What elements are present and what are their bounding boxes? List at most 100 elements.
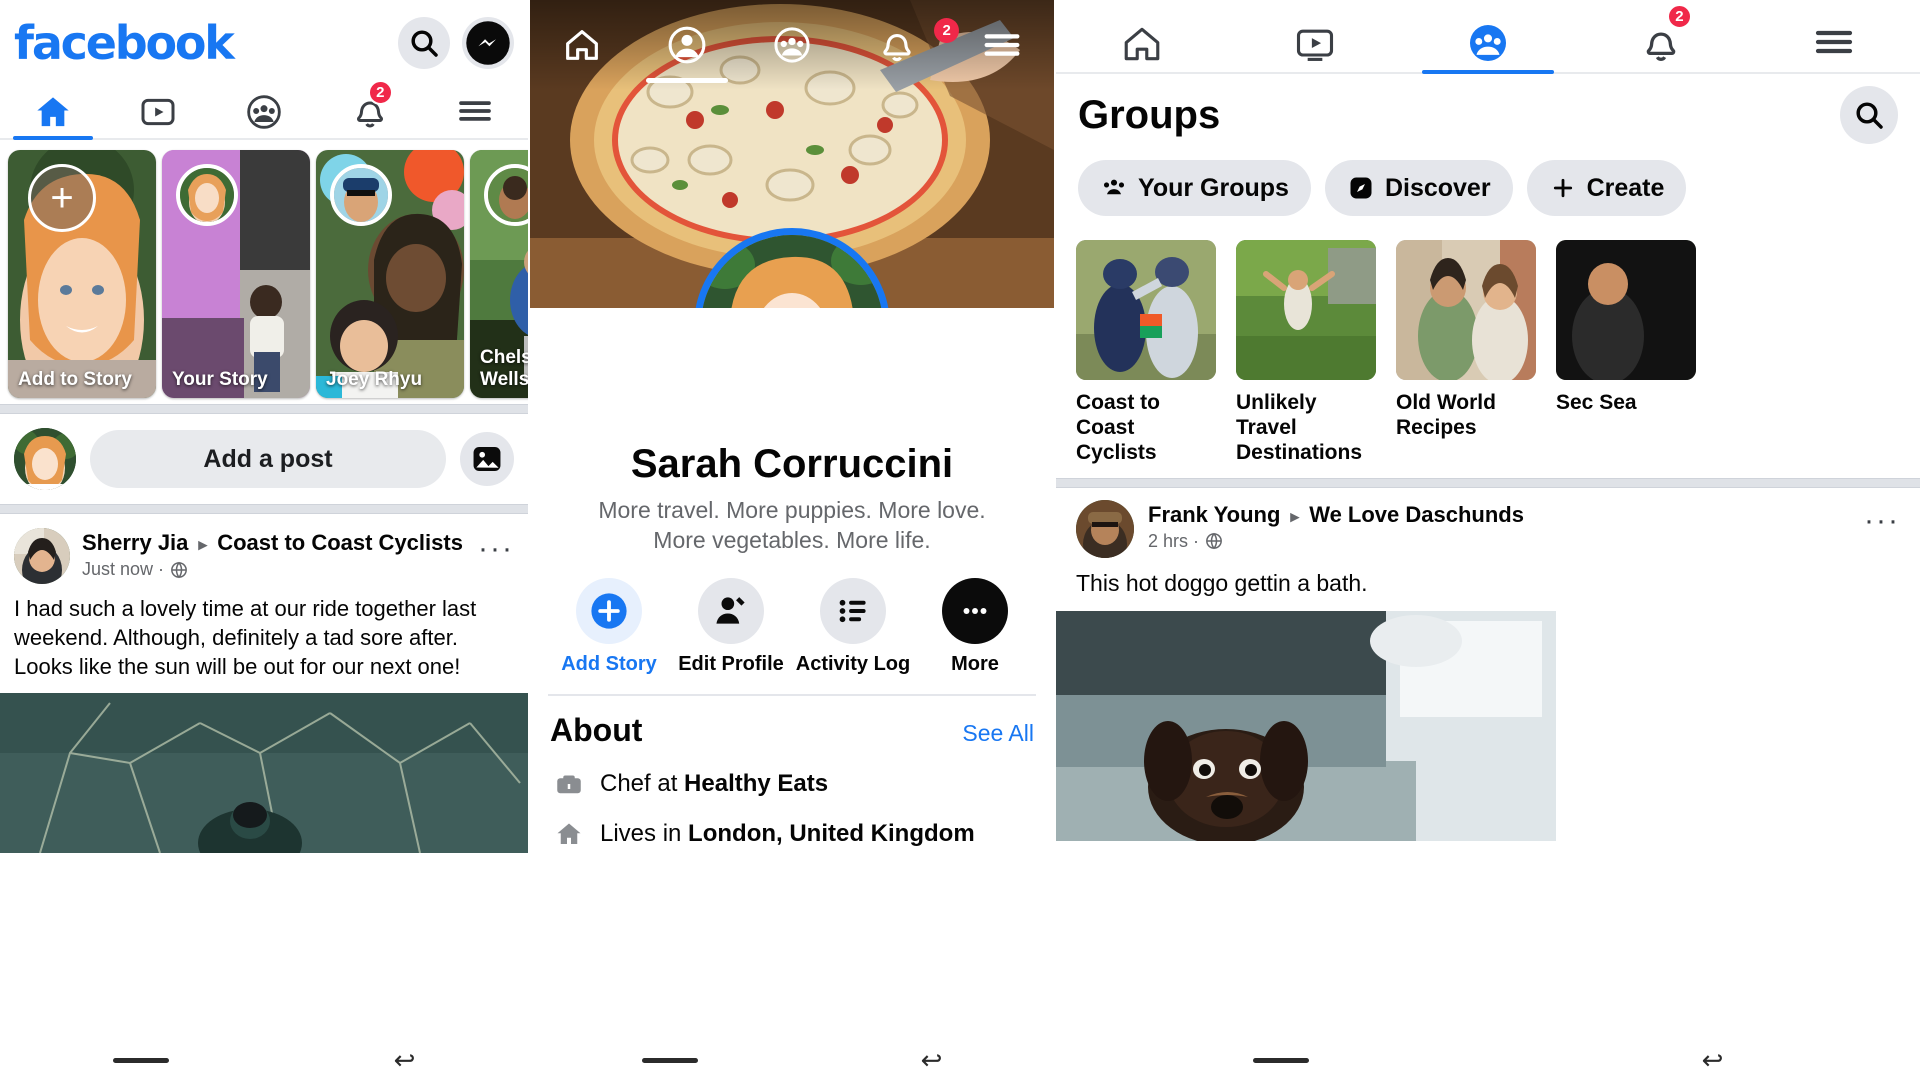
stories-carousel[interactable]: + Add to Story Your Story Joey Rhyu Chel… bbox=[0, 140, 528, 404]
tab-menu[interactable] bbox=[1747, 0, 1920, 72]
post-group-name[interactable]: We Love Daschunds bbox=[1309, 502, 1524, 527]
globe-icon bbox=[1204, 531, 1224, 551]
profile-tab-bar: 2 bbox=[530, 0, 1054, 90]
action-label: Add Story bbox=[561, 652, 657, 675]
tab-menu[interactable] bbox=[422, 76, 528, 138]
system-nav-bar: ↩ bbox=[0, 1040, 528, 1080]
group-name: Coast to Coast Cyclists bbox=[1076, 391, 1160, 465]
three-phone-screenshot: facebook 2 + Add to Story Your Story Joe… bbox=[0, 0, 1920, 1080]
tab-notifications[interactable]: 2 bbox=[317, 76, 423, 138]
compass-icon bbox=[1347, 174, 1375, 202]
search-icon[interactable] bbox=[1840, 86, 1898, 144]
system-nav-bar: ↩ bbox=[1056, 1040, 1920, 1080]
back-icon[interactable]: ↩ bbox=[1702, 1047, 1724, 1073]
chip-your-groups[interactable]: Your Groups bbox=[1078, 160, 1311, 216]
post-photo[interactable] bbox=[0, 693, 528, 854]
globe-icon bbox=[169, 560, 189, 580]
feed-top-bar: facebook bbox=[0, 0, 528, 76]
group-card[interactable]: Coast to Coast Cyclists bbox=[1076, 240, 1216, 466]
tab-home[interactable] bbox=[1056, 0, 1229, 72]
about-bold[interactable]: London, United Kingdom bbox=[688, 820, 975, 847]
more-options-icon bbox=[942, 577, 1008, 644]
avatar[interactable] bbox=[1076, 499, 1134, 558]
active-tab-indicator bbox=[1422, 70, 1554, 74]
post-author-name[interactable]: Frank Young bbox=[1148, 502, 1280, 527]
add-story-button[interactable]: Add Story bbox=[550, 577, 668, 676]
post-timestamp: 2 hrs bbox=[1148, 530, 1189, 551]
post-author-line: Sherry Jia ▸ Coast to Coast Cyclists bbox=[82, 530, 466, 556]
phone-profile: 2 Sarah Corruccini More travel. More pup… bbox=[530, 0, 1054, 1080]
chip-label: Your Groups bbox=[1138, 173, 1289, 202]
list-icon bbox=[820, 577, 886, 644]
post-timestamp-row: 2 hrs · bbox=[1148, 531, 1850, 552]
group-card[interactable]: Sec Sea bbox=[1556, 240, 1696, 466]
tab-profile[interactable] bbox=[635, 23, 740, 83]
chip-label: Create bbox=[1586, 173, 1665, 202]
story-card-your-story[interactable]: Your Story bbox=[162, 150, 310, 398]
tab-watch[interactable] bbox=[1229, 0, 1402, 72]
profile-bio-line-1: More travel. More puppies. More love. bbox=[598, 497, 986, 523]
group-name: Sec Sea bbox=[1556, 391, 1637, 414]
facebook-wordmark[interactable]: facebook bbox=[14, 16, 235, 70]
tab-notifications[interactable]: 2 bbox=[844, 18, 960, 66]
add-story-plus-icon[interactable]: + bbox=[28, 164, 96, 232]
story-card-joey-rhyu[interactable]: Joey Rhyu bbox=[316, 150, 464, 398]
feed-tab-bar: 2 bbox=[0, 76, 528, 140]
tab-notifications[interactable]: 2 bbox=[1574, 0, 1747, 72]
story-card-chelsea-wells[interactable]: Chelsea Wells bbox=[470, 150, 528, 398]
messenger-icon[interactable] bbox=[462, 17, 514, 69]
more-options-icon[interactable]: ··· bbox=[1864, 500, 1900, 536]
more-button[interactable]: More bbox=[916, 577, 1034, 676]
story-avatar-ring bbox=[176, 164, 238, 226]
groups-header: Groups bbox=[1056, 74, 1920, 150]
post-photo[interactable] bbox=[1056, 610, 1920, 841]
dot-separator: · bbox=[158, 559, 165, 580]
post-author-line: Frank Young ▸ We Love Daschunds bbox=[1148, 502, 1850, 528]
groups-card-carousel[interactable]: Coast to Coast Cyclists Unlikely Travel … bbox=[1056, 232, 1920, 478]
tab-home[interactable] bbox=[530, 25, 635, 65]
tab-groups[interactable] bbox=[1402, 0, 1575, 74]
back-icon[interactable]: ↩ bbox=[921, 1047, 943, 1073]
post-body-text: This hot doggo gettin a bath. bbox=[1076, 569, 1368, 596]
group-thumbnail bbox=[1236, 240, 1376, 380]
photo-icon[interactable] bbox=[460, 432, 514, 486]
avatar[interactable] bbox=[14, 428, 76, 490]
action-label: More bbox=[951, 652, 999, 675]
caret-right-icon: ▸ bbox=[198, 535, 208, 554]
back-icon[interactable]: ↩ bbox=[394, 1047, 416, 1073]
edit-profile-button[interactable]: Edit Profile bbox=[672, 577, 790, 676]
post-group-name[interactable]: Coast to Coast Cyclists bbox=[217, 530, 463, 555]
group-thumbnail bbox=[1396, 240, 1536, 380]
home-outline-icon bbox=[554, 819, 584, 849]
avatar[interactable] bbox=[14, 528, 70, 584]
see-all-link[interactable]: See All bbox=[962, 720, 1034, 747]
story-card-add[interactable]: + Add to Story bbox=[8, 150, 156, 398]
post-body-text: I had such a lovely time at our ride tog… bbox=[14, 596, 477, 680]
post-timestamp: Just now bbox=[82, 559, 154, 580]
post-author-name[interactable]: Sherry Jia bbox=[82, 530, 188, 555]
chip-create[interactable]: Create bbox=[1526, 160, 1687, 216]
group-thumbnail bbox=[1556, 240, 1696, 380]
briefcase-icon bbox=[554, 769, 584, 799]
tab-home[interactable] bbox=[0, 76, 106, 140]
cover-photo[interactable]: 2 bbox=[530, 0, 1054, 308]
home-gesture-pill[interactable] bbox=[641, 1057, 698, 1063]
group-card[interactable]: Unlikely Travel Destinations bbox=[1236, 240, 1376, 466]
search-icon[interactable] bbox=[398, 17, 450, 69]
post-meta: Sherry Jia ▸ Coast to Coast Cyclists Jus… bbox=[82, 528, 466, 580]
home-gesture-pill[interactable] bbox=[1252, 1057, 1309, 1063]
more-options-icon[interactable]: ··· bbox=[478, 528, 514, 564]
group-card[interactable]: Old World Recipes bbox=[1396, 240, 1536, 466]
tab-menu[interactable] bbox=[949, 22, 1054, 68]
story-avatar-ring bbox=[330, 164, 392, 226]
activity-log-button[interactable]: Activity Log bbox=[794, 577, 912, 676]
tab-watch[interactable] bbox=[106, 76, 212, 138]
profile-bio: More travel. More puppies. More love. Mo… bbox=[530, 495, 1054, 556]
tab-groups[interactable] bbox=[211, 76, 317, 138]
chip-discover[interactable]: Discover bbox=[1324, 160, 1513, 216]
tab-groups[interactable] bbox=[740, 24, 845, 66]
about-bold[interactable]: Healthy Eats bbox=[684, 770, 828, 797]
add-post-input[interactable]: Add a post bbox=[90, 430, 446, 488]
about-header: About See All bbox=[530, 696, 1054, 759]
home-gesture-pill[interactable] bbox=[112, 1057, 169, 1063]
